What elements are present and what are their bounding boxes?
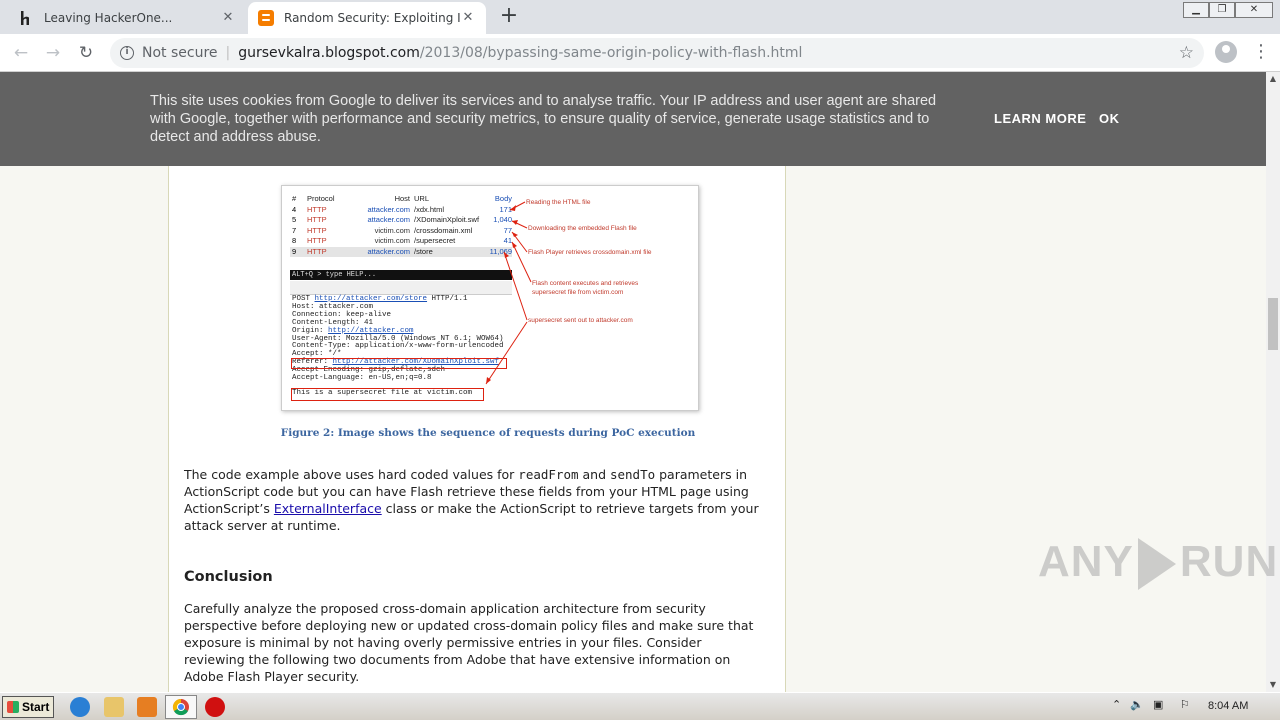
figure-caption: Figure 2: Image shows the sequence of re… bbox=[280, 427, 696, 439]
chrome-icon bbox=[172, 698, 189, 716]
taskbar-clock: 8:04 AM bbox=[1208, 700, 1249, 712]
action-center-flag-icon[interactable]: ⚐ bbox=[1180, 698, 1190, 711]
new-tab-button[interactable]: + bbox=[498, 5, 520, 28]
page-scrollbar[interactable]: ▲ ▼ bbox=[1266, 72, 1280, 692]
learn-more-button[interactable]: LEARN MORE bbox=[994, 111, 1086, 126]
cookie-message: This site uses cookies from Google to de… bbox=[150, 93, 937, 145]
play-icon bbox=[1137, 538, 1176, 591]
back-icon[interactable]: ← bbox=[10, 42, 32, 64]
security-label: Not secure bbox=[142, 45, 218, 61]
anyrun-watermark: ANY RUN bbox=[1038, 537, 1278, 591]
blogger-icon bbox=[258, 10, 274, 26]
paragraph-conclusion: Carefully analyze the proposed cross-dom… bbox=[184, 601, 754, 684]
bookmark-star-icon[interactable]: ☆ bbox=[1179, 43, 1194, 63]
annotation-arrows bbox=[485, 201, 532, 385]
page-viewport: This site uses cookies from Google to de… bbox=[0, 72, 1266, 692]
profile-avatar[interactable] bbox=[1215, 41, 1237, 63]
media-player-icon[interactable] bbox=[137, 697, 157, 717]
code-sendto: sendTo bbox=[609, 467, 656, 482]
scroll-up-arrow[interactable]: ▲ bbox=[1266, 72, 1280, 86]
url-path: /2013/08/bypassing-same-origin-policy-wi… bbox=[419, 45, 803, 61]
windows-logo-icon bbox=[7, 701, 19, 713]
conclusion-heading: Conclusion bbox=[184, 569, 273, 585]
code-readfrom: readFrom bbox=[518, 467, 579, 482]
divider: | bbox=[225, 45, 231, 61]
chrome-taskbar-button[interactable] bbox=[165, 695, 197, 719]
scroll-thumb[interactable] bbox=[1268, 298, 1278, 350]
info-icon[interactable]: i bbox=[120, 46, 134, 60]
stop-icon[interactable] bbox=[205, 697, 225, 717]
restore-button[interactable]: ❐ bbox=[1209, 2, 1235, 18]
tab-title: Leaving HackerOne... bbox=[44, 11, 173, 25]
address-bar[interactable]: i Not secure | gursevkalra.blogspot.com … bbox=[110, 38, 1204, 68]
tab-leaving-hackerone[interactable]: Leaving HackerOne... ✕ bbox=[8, 2, 246, 34]
url-host: gursevkalra.blogspot.com bbox=[238, 45, 420, 61]
close-window-button[interactable]: ✕ bbox=[1235, 2, 1273, 18]
start-button[interactable]: Start bbox=[2, 696, 54, 718]
volume-icon[interactable]: 🔈 bbox=[1130, 698, 1144, 711]
reload-icon[interactable]: ↻ bbox=[75, 42, 97, 64]
forward-icon[interactable]: → bbox=[42, 42, 64, 64]
browser-toolbar: ← → ↻ i Not secure | gursevkalra.blogspo… bbox=[0, 34, 1280, 72]
windows-taskbar: Start ⌃ 🔈 ▣ ⚐ 8:04 AM bbox=[0, 692, 1280, 720]
network-icon[interactable]: ▣ bbox=[1153, 698, 1163, 711]
minimize-button[interactable]: ▁ bbox=[1183, 2, 1209, 18]
internet-explorer-icon[interactable] bbox=[70, 697, 90, 717]
figure-screenshot[interactable]: # Protocol Host URL Body 4 HTTP attacker.… bbox=[281, 185, 699, 411]
ok-button[interactable]: OK bbox=[1099, 111, 1120, 126]
scroll-down-arrow[interactable]: ▼ bbox=[1266, 678, 1280, 692]
tab-random-security[interactable]: Random Security: Exploiting Insecur ✕ bbox=[248, 2, 486, 34]
externalinterface-link[interactable]: ExternalInterface bbox=[274, 501, 382, 516]
close-tab-icon[interactable]: ✕ bbox=[460, 10, 476, 26]
cookie-banner: This site uses cookies from Google to de… bbox=[0, 72, 1266, 166]
tab-strip: Leaving HackerOne... ✕ Random Security: … bbox=[0, 0, 1280, 34]
show-hidden-icons[interactable]: ⌃ bbox=[1112, 698, 1121, 711]
tab-title: Random Security: Exploiting Insecur bbox=[284, 11, 460, 25]
hackerone-h-icon bbox=[18, 10, 34, 26]
file-explorer-icon[interactable] bbox=[104, 697, 124, 717]
close-tab-icon[interactable]: ✕ bbox=[220, 10, 236, 26]
more-menu-icon[interactable]: ⋮ bbox=[1252, 42, 1270, 62]
paragraph-external-interface: The code example above uses hard coded v… bbox=[184, 467, 759, 533]
